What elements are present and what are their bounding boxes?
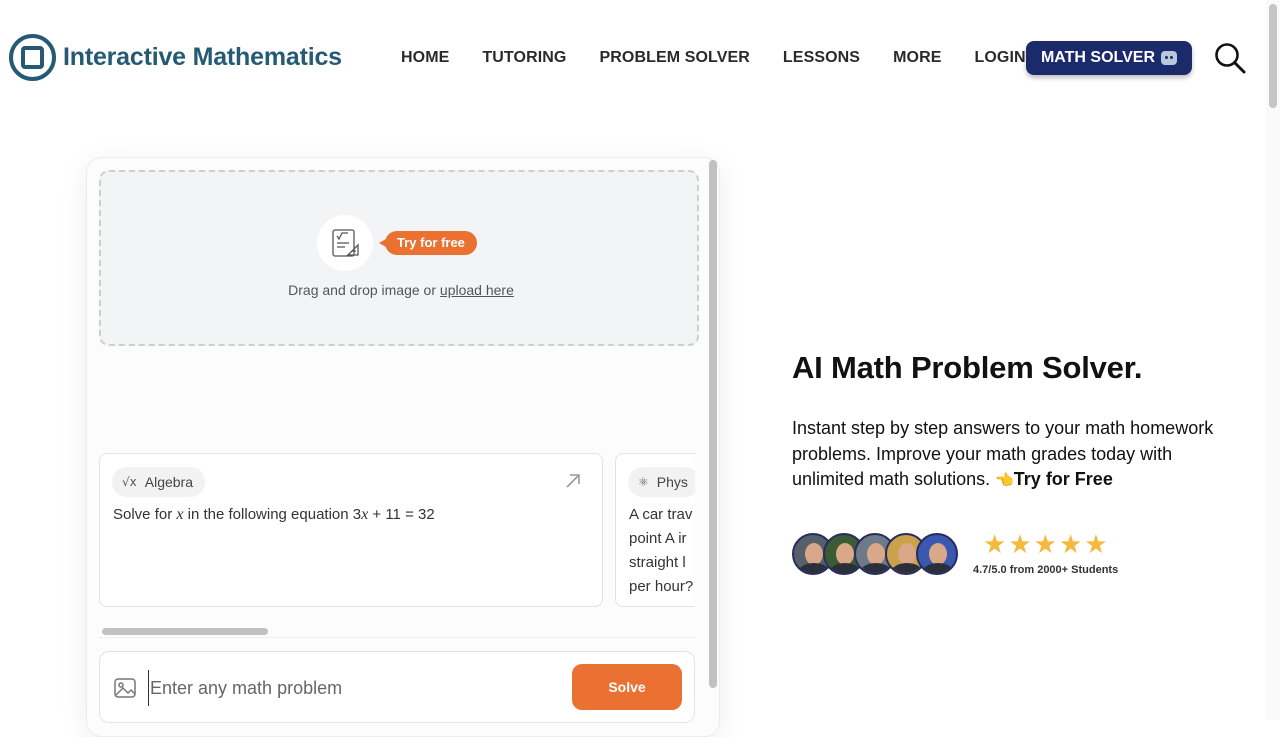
logo-icon xyxy=(9,34,56,81)
try-for-free-badge: Try for free xyxy=(379,231,477,255)
category-chip: √x Algebra xyxy=(112,467,206,497)
avatar xyxy=(916,533,958,575)
star-icon: ★ xyxy=(983,530,1007,560)
solver-widget: Try for free Drag and drop image or uplo… xyxy=(86,157,720,737)
star-icon: ★ xyxy=(1008,530,1032,560)
upload-link[interactable]: upload here xyxy=(440,282,514,298)
nav-more[interactable]: MORE xyxy=(893,49,941,67)
dropzone-instructions: Drag and drop image or upload here xyxy=(288,282,514,298)
image-upload-icon[interactable] xyxy=(113,676,137,700)
category-chip: ⚛ Phys xyxy=(628,467,695,497)
rating-stars: ★ ★ ★ ★ ★ xyxy=(983,530,1110,560)
rating-text: 4.7/5.0 from 2000+ Students xyxy=(973,564,1119,576)
carousel-scrollbar[interactable] xyxy=(99,624,695,638)
problem-input-bar: Solve xyxy=(99,651,695,723)
site-header: Interactive Mathematics HOME TUTORING PR… xyxy=(0,0,1266,110)
example-card-algebra[interactable]: √x Algebra Solve for x in the following … xyxy=(99,453,603,607)
site-logo[interactable]: Interactive Mathematics xyxy=(9,34,342,81)
search-icon xyxy=(1215,43,1246,74)
sqrt-x-icon: √x xyxy=(122,475,137,489)
page-scrollbar[interactable] xyxy=(1266,0,1280,720)
widget-scrollbar[interactable] xyxy=(709,160,718,688)
nav-tutoring[interactable]: TUTORING xyxy=(482,49,566,67)
try-for-free-link[interactable]: Try for Free xyxy=(1014,469,1113,489)
star-icon: ★ xyxy=(1033,530,1057,560)
search-button[interactable] xyxy=(1214,42,1246,74)
star-icon: ★ xyxy=(1084,530,1108,560)
nav-login[interactable]: LOGIN xyxy=(975,49,1026,67)
example-carousel: √x Algebra Solve for x in the following … xyxy=(99,453,695,608)
arrow-up-right-icon[interactable] xyxy=(564,472,582,490)
carousel-scrollbar-thumb[interactable] xyxy=(102,628,268,635)
hero-description: Instant step by step answers to your mat… xyxy=(792,418,1214,489)
nav-problem-solver[interactable]: PROBLEM SOLVER xyxy=(599,49,749,67)
hero-title: AI Math Problem Solver. xyxy=(792,350,1143,385)
atom-icon: ⚛ xyxy=(638,475,649,489)
nav-lessons[interactable]: LESSONS xyxy=(783,49,860,67)
nav-home[interactable]: HOME xyxy=(401,49,449,67)
math-problem-input[interactable] xyxy=(148,670,558,706)
example-card-physics[interactable]: ⚛ Phys A car trav point A ir straight l … xyxy=(615,453,695,607)
math-solver-label: MATH SOLVER xyxy=(1040,49,1156,66)
main-nav: HOME TUTORING PROBLEM SOLVER LESSONS MOR… xyxy=(401,49,1026,67)
star-icon: ★ xyxy=(1058,530,1083,560)
brand-name: Interactive Mathematics xyxy=(63,43,342,71)
robot-icon xyxy=(1161,51,1178,65)
page-scrollbar-thumb[interactable] xyxy=(1269,4,1277,108)
math-worksheet-icon xyxy=(317,215,373,271)
example-problem-text: A car trav point A ir straight l per hou… xyxy=(629,506,694,595)
example-problem-text: Solve for x in the following equation 3x… xyxy=(113,506,435,523)
student-avatars xyxy=(792,533,958,575)
pointing-hand-icon: 👈 xyxy=(995,471,1014,489)
widget-scrollbar-thumb[interactable] xyxy=(709,160,717,688)
solve-button[interactable]: Solve xyxy=(572,664,682,710)
math-solver-button[interactable]: MATH SOLVER xyxy=(1026,41,1192,75)
image-dropzone[interactable]: Try for free Drag and drop image or uplo… xyxy=(99,170,699,346)
